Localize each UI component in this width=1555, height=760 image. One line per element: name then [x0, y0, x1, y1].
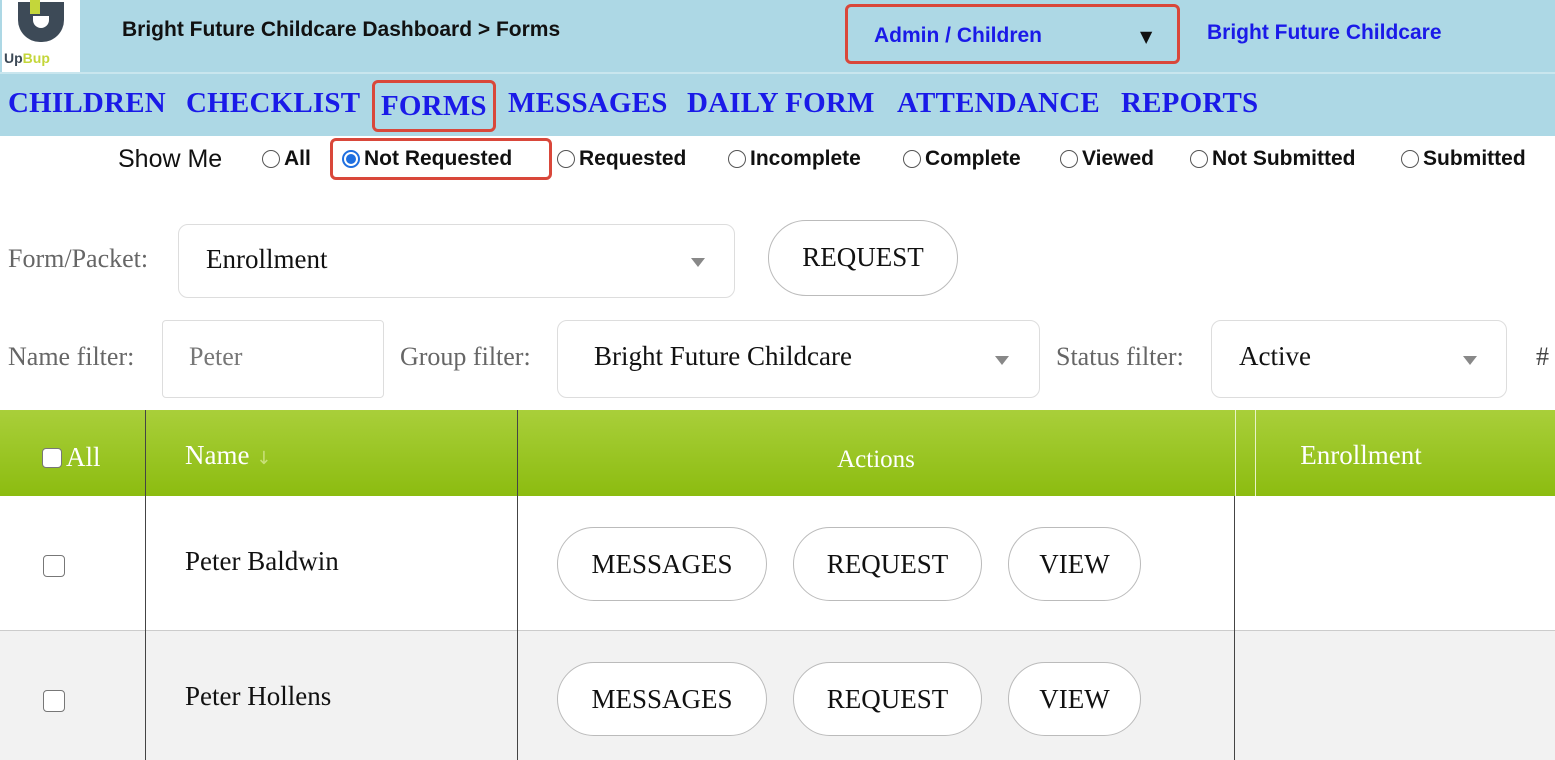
name-filter-input[interactable]: Peter: [162, 320, 384, 398]
column-divider: [1234, 496, 1235, 760]
column-divider: [1255, 410, 1256, 496]
messages-button[interactable]: MESSAGES: [557, 662, 767, 736]
status-filter-value: Active: [1239, 341, 1311, 371]
messages-button[interactable]: MESSAGES: [557, 527, 767, 601]
enrollment-column-header: Enrollment: [1300, 440, 1422, 470]
radio-button[interactable]: [1060, 150, 1078, 168]
radio-not-requested[interactable]: Not Requested: [342, 147, 512, 171]
row-checkbox[interactable]: [43, 555, 65, 577]
radio-button[interactable]: [262, 150, 280, 168]
radio-button[interactable]: [1190, 150, 1208, 168]
hash-label: #: [1536, 342, 1549, 371]
request-button[interactable]: REQUEST: [768, 220, 958, 296]
select-all-checkbox[interactable]: [42, 447, 62, 468]
column-divider: [517, 410, 518, 760]
status-filter-label: Status filter:: [1056, 342, 1184, 371]
select-all[interactable]: All: [42, 442, 101, 473]
form-packet-value: Enrollment: [206, 244, 328, 274]
name-column-header[interactable]: Name ↓: [185, 440, 271, 471]
table-row: Peter Hollens MESSAGES REQUEST VIEW: [0, 631, 1555, 760]
nav-children[interactable]: CHILDREN: [8, 87, 166, 120]
request-button[interactable]: REQUEST: [793, 527, 982, 601]
group-filter-select[interactable]: Bright Future Childcare: [557, 320, 1040, 398]
chevron-down-icon: [691, 258, 705, 267]
radio-incomplete[interactable]: Incomplete: [728, 147, 861, 171]
logo-text: UpBup: [4, 50, 50, 66]
view-button[interactable]: VIEW: [1008, 662, 1141, 736]
radio-button[interactable]: [728, 150, 746, 168]
radio-all[interactable]: All: [262, 147, 311, 171]
radio-button-checked[interactable]: [342, 150, 360, 168]
org-link[interactable]: Bright Future Childcare: [1207, 21, 1442, 45]
nav-reports[interactable]: REPORTS: [1121, 87, 1258, 120]
logo-mark-icon: [18, 0, 64, 42]
show-me-filter: Show Me All Not Requested Requested Inco…: [0, 136, 1555, 186]
nav-forms[interactable]: FORMS: [372, 80, 496, 132]
main-nav: CHILDREN CHECKLIST FORMS MESSAGES DAILY …: [0, 72, 1555, 136]
radio-button[interactable]: [903, 150, 921, 168]
nav-messages[interactable]: MESSAGES: [508, 87, 668, 120]
group-filter-label: Group filter:: [400, 342, 531, 371]
sort-arrow-icon: ↓: [256, 448, 272, 469]
child-name: Peter Baldwin: [185, 546, 339, 576]
view-button[interactable]: VIEW: [1008, 527, 1141, 601]
form-packet-label: Form/Packet:: [8, 244, 149, 273]
table-row: Peter Baldwin MESSAGES REQUEST VIEW: [0, 496, 1555, 631]
nav-checklist[interactable]: CHECKLIST: [186, 87, 360, 120]
chevron-down-icon: [995, 356, 1009, 365]
radio-submitted[interactable]: Submitted: [1401, 147, 1526, 171]
child-name: Peter Hollens: [185, 681, 332, 711]
chevron-down-icon: [1463, 356, 1477, 365]
nav-attendance[interactable]: ATTENDANCE: [897, 87, 1100, 120]
nav-daily-form[interactable]: DAILY FORM: [687, 87, 875, 120]
breadcrumb: Bright Future Childcare Dashboard > Form…: [122, 18, 561, 41]
row-checkbox[interactable]: [43, 690, 65, 712]
table-header: All Name ↓ Actions Enrollment: [0, 410, 1555, 496]
dropdown-arrow-icon: ▼: [1140, 27, 1153, 46]
actions-column-header: Actions: [837, 446, 915, 473]
show-me-label: Show Me: [118, 145, 223, 173]
group-filter-value: Bright Future Childcare: [594, 341, 852, 371]
column-divider: [1235, 410, 1236, 496]
select-all-label: All: [66, 442, 101, 472]
form-packet-select[interactable]: Enrollment: [178, 224, 735, 298]
radio-button[interactable]: [557, 150, 575, 168]
radio-button[interactable]: [1401, 150, 1419, 168]
status-filter-select[interactable]: Active: [1211, 320, 1507, 398]
radio-complete[interactable]: Complete: [903, 147, 1021, 171]
radio-not-submitted[interactable]: Not Submitted: [1190, 147, 1355, 171]
request-button[interactable]: REQUEST: [793, 662, 982, 736]
role-select-value: Admin / Children: [874, 24, 1042, 47]
name-filter-label: Name filter:: [8, 342, 135, 371]
radio-viewed[interactable]: Viewed: [1060, 147, 1154, 171]
top-header: UpBup Bright Future Childcare Dashboard …: [0, 0, 1555, 72]
children-forms-table: All Name ↓ Actions Enrollment Peter Bald…: [0, 410, 1555, 760]
radio-requested[interactable]: Requested: [557, 147, 686, 171]
role-select[interactable]: Admin / Children ▼: [845, 4, 1180, 64]
upbup-logo[interactable]: UpBup: [2, 0, 80, 72]
column-divider: [145, 410, 146, 760]
